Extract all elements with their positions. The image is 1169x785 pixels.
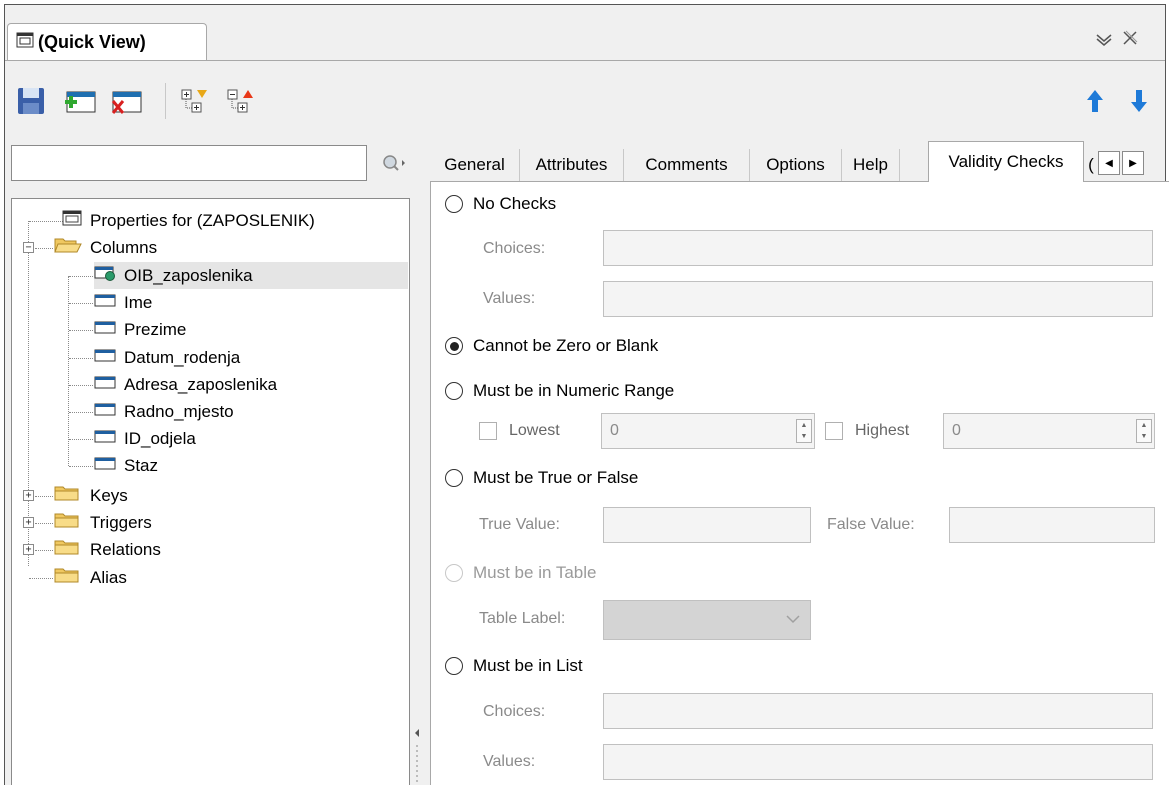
false-value-field [949, 507, 1155, 543]
toolbar [5, 61, 1165, 133]
table-label-dropdown [603, 600, 811, 640]
tree-item-column[interactable]: Radno_mjesto [94, 398, 234, 425]
numeric-range-option[interactable]: Must be in Numeric Range [445, 381, 674, 401]
list-values-field [603, 744, 1153, 780]
window-title: (Quick View) [38, 32, 146, 52]
quick-view-window: (Quick View) Properties for (ZAPOSLENIK)… [4, 4, 1169, 785]
close-icon[interactable] [1121, 30, 1139, 51]
tab-scroll-right-icon[interactable]: ▶ [1122, 151, 1144, 175]
choices-field [603, 230, 1153, 266]
tree-item-column[interactable]: Datum_rodenja [94, 344, 240, 371]
highest-label: Highest [855, 422, 910, 439]
lowest-checkbox[interactable] [479, 422, 497, 440]
folder-icon [54, 538, 82, 561]
save-icon[interactable] [11, 81, 51, 121]
expand-keys-toggle[interactable]: + [23, 490, 34, 501]
expand-relations-toggle[interactable]: + [23, 544, 34, 555]
arrow-up-icon[interactable] [1081, 83, 1109, 119]
highest-spinner[interactable]: 0 ▲ ▼ [943, 413, 1155, 449]
collapse-tree-icon[interactable] [221, 81, 261, 121]
tab-attributes[interactable]: Attributes [520, 149, 624, 181]
list-values-label: Values: [483, 753, 536, 770]
tab-scroll-left-icon[interactable]: ◀ [1098, 151, 1120, 175]
no-checks-option[interactable]: No Checks [445, 194, 556, 214]
tree-item-properties[interactable]: Properties for (ZAPOSLENIK) [62, 207, 315, 234]
list-choices-label: Choices: [483, 703, 546, 720]
true-false-option[interactable]: Must be True or False [445, 468, 638, 488]
spinner-arrows-icon[interactable]: ▲ ▼ [1136, 419, 1152, 443]
column-icon [94, 292, 116, 313]
true-value-label: True Value: [479, 516, 560, 533]
chevron-down-icon[interactable] [1095, 30, 1113, 51]
spinner-arrows-icon[interactable]: ▲ ▼ [796, 419, 812, 443]
add-row-icon[interactable] [61, 81, 101, 121]
in-table-radio [445, 564, 463, 582]
column-icon [94, 374, 116, 395]
key-column-icon [94, 265, 116, 286]
tree-item-column[interactable]: Staz [94, 452, 158, 479]
folder-icon [54, 484, 82, 507]
tree-item-column[interactable]: Ime [94, 289, 152, 316]
lowest-spinner[interactable]: 0 ▲ ▼ [601, 413, 815, 449]
column-icon [94, 428, 116, 449]
lowest-label: Lowest [509, 422, 560, 439]
validity-checks-panel: No Checks Choices: Values: Cannot be Zer… [430, 181, 1169, 785]
column-icon [94, 319, 116, 340]
cannot-be-zero-option[interactable]: Cannot be Zero or Blank [445, 336, 658, 356]
tree-item-column[interactable]: ID_odjela [94, 425, 196, 452]
tab-validity-checks[interactable]: Validity Checks [928, 141, 1084, 182]
delete-row-icon[interactable] [107, 81, 147, 121]
title-bar: (Quick View) [5, 5, 1165, 61]
tree-item-alias[interactable]: Alias [54, 564, 127, 591]
in-list-radio[interactable] [445, 657, 463, 675]
values-label: Values: [483, 290, 536, 307]
arrow-down-icon[interactable] [1125, 83, 1153, 119]
tree-item-column[interactable]: Adresa_zaposlenika [94, 371, 277, 398]
tab-general[interactable]: General [430, 149, 520, 181]
tree-item-column[interactable]: OIB_zaposlenika [94, 262, 408, 289]
window-icon [16, 32, 34, 53]
true-value-field [603, 507, 811, 543]
tab-comments[interactable]: Comments [624, 149, 750, 181]
expand-triggers-toggle[interactable]: + [23, 517, 34, 528]
in-list-option[interactable]: Must be in List [445, 656, 583, 676]
cannot-be-zero-radio[interactable] [445, 337, 463, 355]
column-icon [94, 401, 116, 422]
values-field [603, 281, 1153, 317]
tree-item-column[interactable]: Prezime [94, 316, 186, 343]
table-label-label: Table Label: [479, 610, 566, 627]
folder-icon [54, 566, 82, 589]
column-icon [94, 347, 116, 368]
tab-help[interactable]: Help [842, 149, 900, 181]
highest-checkbox[interactable] [825, 422, 843, 440]
tab-options[interactable]: Options [750, 149, 842, 181]
list-choices-field [603, 693, 1153, 729]
choices-label: Choices: [483, 240, 546, 257]
expand-tree-icon[interactable] [175, 81, 215, 121]
table-icon [62, 210, 82, 231]
tree-item-keys[interactable]: Keys [54, 482, 128, 509]
tree-item-relations[interactable]: Relations [54, 536, 161, 563]
search-icon[interactable] [379, 151, 409, 177]
tab-partial[interactable]: ( [1084, 149, 1098, 181]
tab-bar: General Attributes Comments Options Help… [430, 141, 1169, 182]
tree-item-triggers[interactable]: Triggers [54, 509, 152, 536]
numeric-range-radio[interactable] [445, 382, 463, 400]
folder-icon [54, 511, 82, 534]
panel-splitter[interactable] [410, 705, 424, 785]
collapse-columns-toggle[interactable]: − [23, 242, 34, 253]
in-table-option: Must be in Table [445, 563, 596, 583]
window-tab[interactable]: (Quick View) [7, 23, 207, 61]
chevron-down-icon [786, 611, 800, 627]
search-input[interactable] [11, 145, 367, 181]
column-icon [94, 455, 116, 476]
true-false-radio[interactable] [445, 469, 463, 487]
folder-open-icon [54, 236, 82, 259]
schema-tree: Properties for (ZAPOSLENIK) − Columns OI… [11, 198, 410, 785]
tree-item-columns[interactable]: Columns [54, 234, 157, 261]
no-checks-radio[interactable] [445, 195, 463, 213]
false-value-label: False Value: [827, 516, 915, 533]
